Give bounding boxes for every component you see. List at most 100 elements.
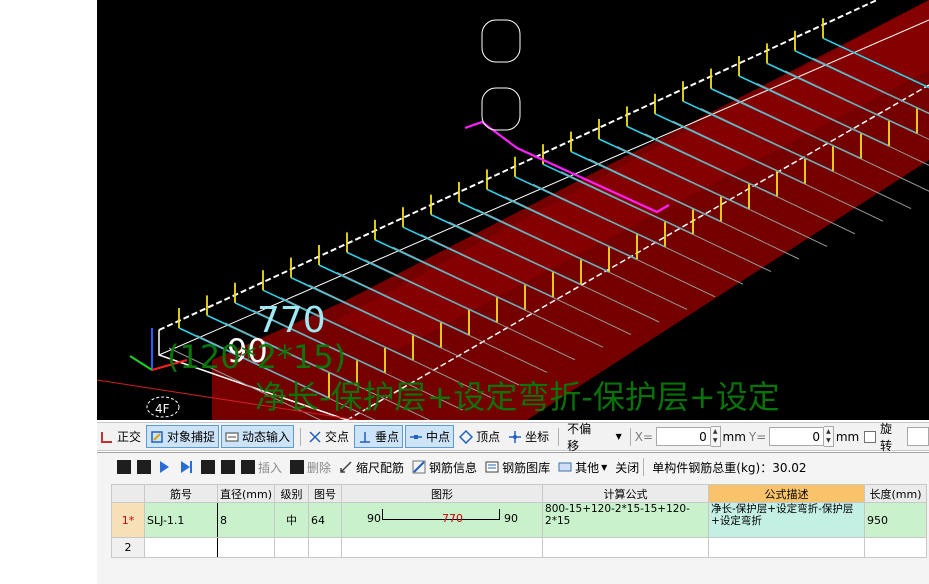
- grade-cell[interactable]: 中: [274, 502, 310, 538]
- axis-bubble: [481, 87, 521, 131]
- y-stepper[interactable]: ▲ ▼: [824, 426, 834, 447]
- paste-row-icon[interactable]: [221, 460, 235, 474]
- column-header-length[interactable]: 长度(mm): [864, 484, 928, 503]
- last-record-bar: [190, 461, 192, 473]
- column-header-grade[interactable]: 级别: [274, 484, 310, 503]
- vertex-label: 顶点: [476, 430, 501, 444]
- close-button[interactable]: 关闭: [615, 459, 639, 476]
- column-header-shape-no[interactable]: 图号: [308, 484, 343, 503]
- shape-cell[interactable]: 90 770 90: [341, 502, 544, 538]
- insert-icon: [241, 460, 255, 474]
- x-stepper[interactable]: ▲ ▼: [710, 426, 721, 447]
- orthogonal-button[interactable]: 正交: [97, 426, 144, 447]
- orthogonal-icon: [101, 431, 112, 443]
- prev-record-icon[interactable]: [137, 460, 151, 474]
- rebar-toolbar: 插入 删除 缩尺配筋 钢筋信息 钢筋图库 其他 ▼ 关闭 单构件钢筋总重(kg)…: [97, 455, 929, 479]
- shape-left-dimension: 90: [367, 512, 382, 525]
- cad-viewport[interactable]: 770 90 (120*2*15) 净长-保护层+设定弯折-保护层+设定 4F: [97, 0, 929, 420]
- row-number[interactable]: 2: [111, 537, 145, 558]
- object-snap-label: 对象捕捉: [167, 430, 216, 444]
- snap-toolbar: 正交 对象捕捉 动态输入 交点 垂点 中点 顶点 坐标 不偏移 ▼ X= 0 ▲…: [97, 422, 929, 453]
- diameter-cell[interactable]: 8: [216, 502, 276, 538]
- grade-cell[interactable]: [274, 537, 310, 558]
- column-header-shape[interactable]: 图形: [341, 484, 544, 503]
- y-label: Y=: [748, 429, 767, 444]
- scale-rebar-icon: [340, 461, 352, 473]
- table-row[interactable]: 1* SLJ-1.1 8 中 64 90 770 90 800-15+120-2…: [111, 502, 928, 538]
- next-record-icon[interactable]: [160, 461, 169, 473]
- coordinate-snap-button[interactable]: 坐标: [505, 426, 552, 447]
- x-input[interactable]: 0: [656, 427, 711, 446]
- midpoint-snap-button[interactable]: 中点: [405, 425, 455, 448]
- axis-bubble: [481, 19, 521, 63]
- toolbar-separator: [643, 458, 645, 476]
- first-record-icon[interactable]: [117, 460, 131, 474]
- coordinate-icon: [509, 430, 522, 443]
- orthogonal-label: 正交: [117, 430, 142, 444]
- shape-right-dimension: 90: [504, 512, 519, 525]
- description-cell[interactable]: 净长-保护层+设定弯折-保护层+设定弯折: [708, 502, 866, 538]
- y-unit: mm: [835, 429, 860, 444]
- shape-cell[interactable]: [341, 537, 544, 558]
- description-cell[interactable]: [708, 537, 866, 558]
- rebar-table: 筋号 直径(mm) 级别 图号 图形 计算公式 公式描述 长度(mm) 1* S…: [111, 484, 928, 558]
- shape-no-cell[interactable]: [308, 537, 343, 558]
- midpoint-label: 中点: [426, 430, 451, 444]
- x-label: X=: [634, 429, 654, 444]
- rebar-editor-panel: 插入 删除 缩尺配筋 钢筋信息 钢筋图库 其他 ▼ 关闭 单构件钢筋总重(kg)…: [97, 452, 929, 584]
- insert-button[interactable]: 插入: [258, 459, 282, 476]
- other-menu-button[interactable]: 其他: [575, 459, 599, 476]
- offset-mode-select[interactable]: 不偏移 ▼: [563, 422, 626, 453]
- slab-edge-front: [346, 84, 929, 420]
- delete-button[interactable]: 删除: [307, 459, 331, 476]
- table-header-row: 筋号 直径(mm) 级别 图号 图形 计算公式 公式描述 长度(mm): [111, 484, 928, 503]
- left-margin: [0, 0, 97, 583]
- last-record-icon[interactable]: [181, 461, 190, 473]
- dynamic-input-label: 动态输入: [242, 430, 291, 444]
- vertex-snap-button[interactable]: 顶点: [456, 426, 503, 447]
- diameter-cell[interactable]: [216, 537, 276, 558]
- rebar-shape-graphic: [382, 509, 501, 520]
- rotate-input[interactable]: [907, 427, 929, 446]
- other-icon: [558, 462, 572, 472]
- length-cell[interactable]: [864, 537, 928, 558]
- ucs-y-axis: [129, 355, 153, 371]
- copy-row-icon[interactable]: [201, 460, 215, 474]
- toolbar-separator: [558, 427, 560, 446]
- length-cell[interactable]: 950: [864, 502, 928, 538]
- column-header-diameter[interactable]: 直径(mm): [216, 484, 276, 503]
- bar-no-cell[interactable]: [144, 537, 218, 558]
- rebar-library-icon: [485, 461, 499, 473]
- y-input[interactable]: 0: [769, 427, 825, 446]
- column-header-bar-no[interactable]: 筋号: [144, 484, 218, 503]
- table-row[interactable]: 2: [111, 537, 928, 558]
- bar-no-cell[interactable]: SLJ-1.1: [144, 502, 218, 538]
- formula-overlay-line2: 净长-保护层+设定弯折-保护层+设定: [255, 378, 780, 416]
- formula-cell[interactable]: [542, 537, 710, 558]
- intersection-snap-button[interactable]: 交点: [305, 426, 352, 447]
- rebar-info-icon: [412, 460, 426, 474]
- offset-mode-value: 不偏移: [567, 421, 592, 453]
- rotate-checkbox[interactable]: [864, 430, 876, 443]
- toolbar-separator: [300, 427, 302, 446]
- scale-rebar-button[interactable]: 缩尺配筋: [356, 459, 404, 476]
- column-header-description[interactable]: 公式描述: [708, 484, 866, 503]
- chevron-down-icon: ▼: [615, 432, 622, 441]
- vertex-icon: [459, 429, 474, 444]
- toolbar-separator: [629, 427, 631, 446]
- perpendicular-snap-button[interactable]: 垂点: [354, 425, 404, 448]
- delete-icon: [290, 460, 305, 474]
- column-header-row-number: [111, 484, 145, 503]
- rebar-info-button[interactable]: 钢筋信息: [429, 459, 477, 476]
- object-snap-button[interactable]: 对象捕捉: [146, 425, 220, 448]
- floor-label: 4F: [155, 402, 170, 416]
- formula-cell[interactable]: 800-15+120-2*15-15+120-2*15: [542, 502, 710, 538]
- column-header-formula[interactable]: 计算公式: [542, 484, 710, 503]
- rebar-library-button[interactable]: 钢筋图库: [502, 459, 550, 476]
- shape-no-cell[interactable]: 64: [308, 502, 343, 538]
- perpendicular-label: 垂点: [375, 430, 400, 444]
- perpendicular-icon: [360, 431, 371, 443]
- coordinate-label: 坐标: [525, 430, 550, 444]
- row-number[interactable]: 1*: [111, 502, 145, 538]
- dynamic-input-button[interactable]: 动态输入: [221, 425, 295, 448]
